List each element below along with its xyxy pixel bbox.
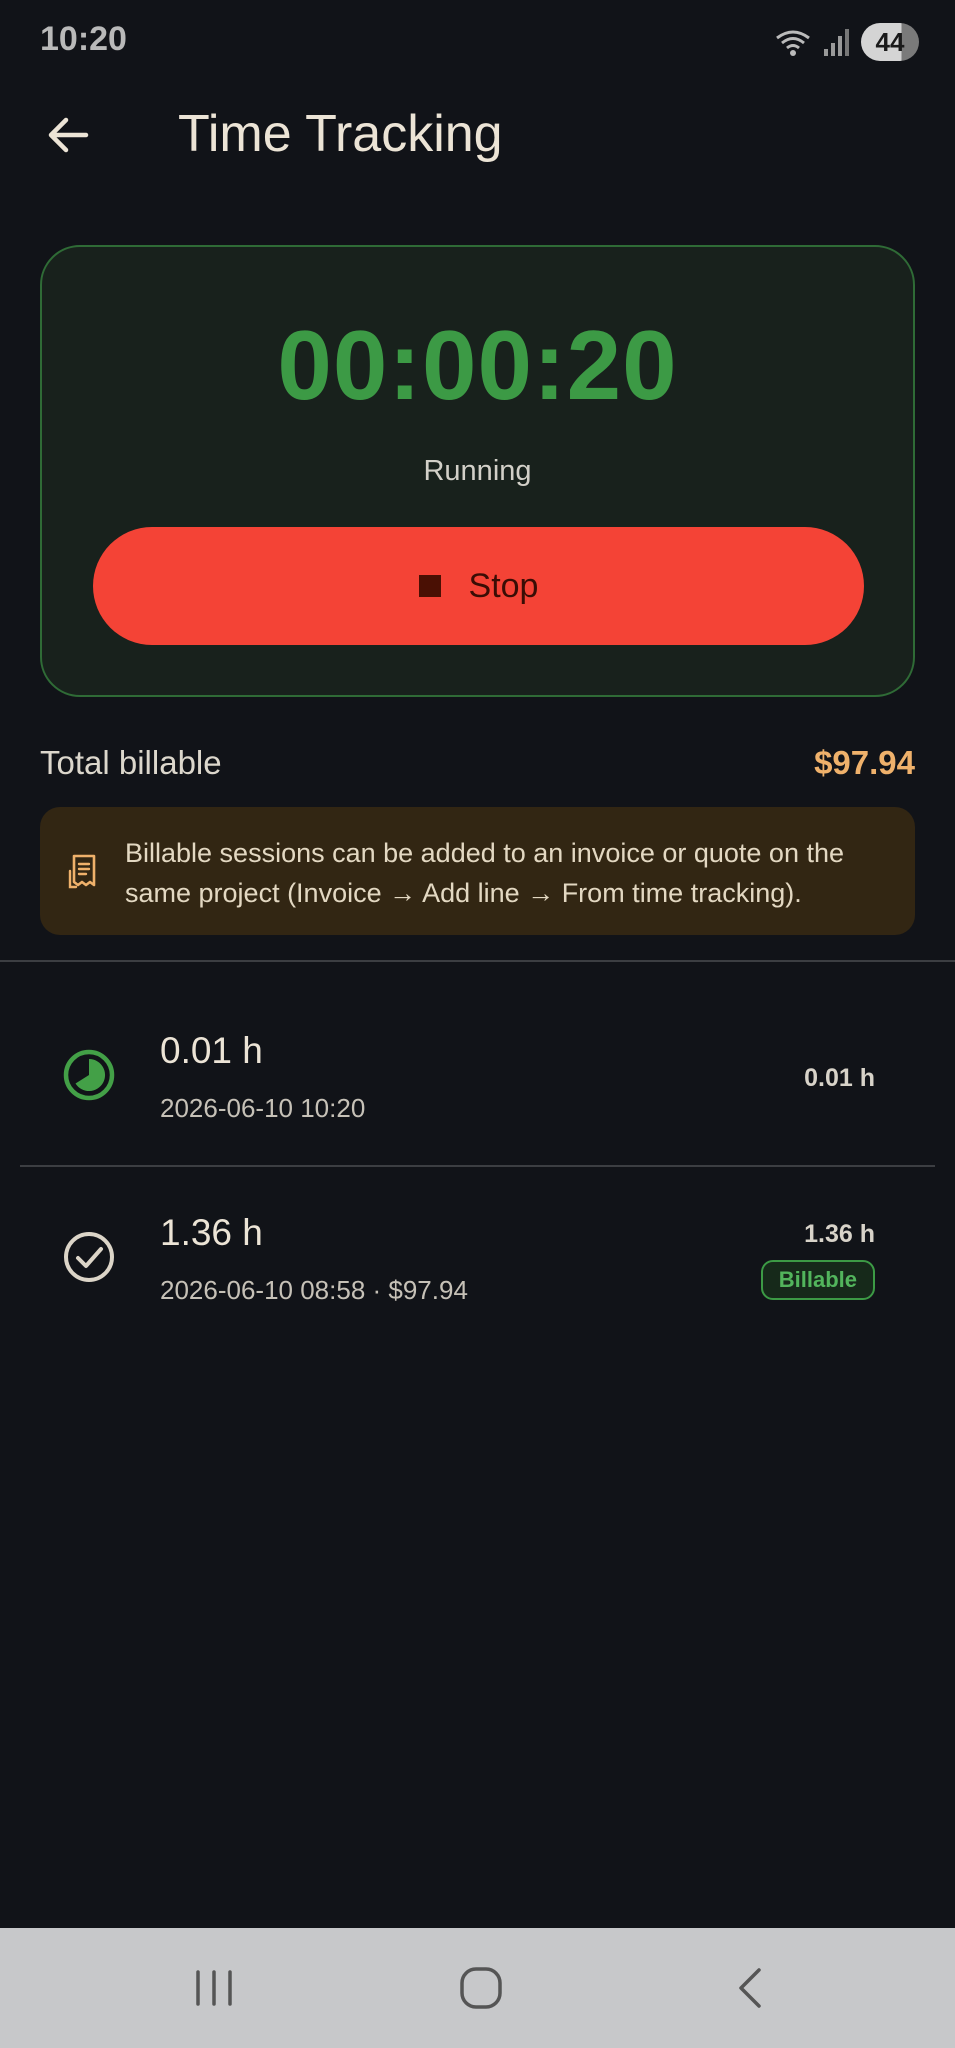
signal-icon: [824, 29, 849, 56]
session-duration: 0.01 h: [160, 1030, 263, 1071]
session-duration: 1.36 h: [160, 1212, 263, 1253]
wifi-icon: [776, 30, 810, 56]
back-nav-button[interactable]: [710, 1956, 790, 2020]
divider: [20, 1165, 935, 1167]
home-icon: [460, 1967, 502, 2009]
timer-card: 00:00:20 Running Stop: [40, 245, 915, 697]
battery-indicator: 44: [861, 23, 919, 61]
screen: 10:20 44 Time Tracking 00:00:20 Running …: [0, 0, 955, 2048]
timer-display: 00:00:20: [277, 310, 678, 420]
status-time: 10:20: [40, 20, 127, 58]
session-hours: 0.01 h: [804, 1064, 875, 1092]
chevron-left-icon: [739, 1968, 761, 2008]
billable-badge: Billable: [760, 1260, 875, 1300]
back-button[interactable]: [38, 110, 98, 160]
status-icons: 44: [773, 22, 919, 62]
recent-apps-icon: [196, 1970, 232, 2006]
session-date: 2026-06-10 10:20: [160, 1093, 366, 1123]
divider: [0, 960, 955, 962]
receipt-icon: [68, 854, 96, 889]
session-hours: 1.36 h: [804, 1220, 875, 1248]
info-text: Billable sessions can be added to an inv…: [125, 838, 844, 908]
home-button[interactable]: [441, 1956, 521, 2020]
stop-icon: [418, 575, 441, 597]
info-banner: Billable sessions can be added to an inv…: [40, 807, 915, 935]
stop-button[interactable]: Stop: [93, 527, 864, 645]
navigation-bar: [0, 1928, 955, 2048]
session-item[interactable]: 0.01 h 2026-06-10 10:20 0.01 h: [20, 986, 935, 1166]
recent-apps-button[interactable]: [174, 1956, 254, 2020]
status-bar: 10:20 44: [0, 0, 955, 84]
check-circle-icon: [64, 1232, 114, 1282]
stop-label: Stop: [468, 566, 539, 605]
app-bar: Time Tracking: [0, 90, 955, 180]
timer-status: Running: [423, 455, 532, 487]
total-billable-amount: $97.94: [814, 744, 915, 781]
page-title: Time Tracking: [178, 105, 503, 163]
session-date: 2026-06-10 08:58 · $97.94: [160, 1275, 468, 1305]
running-timer-icon: [63, 1049, 115, 1101]
total-billable-row: Total billable $97.94: [40, 738, 915, 788]
arrow-left-icon: [48, 117, 89, 153]
total-billable-label: Total billable: [40, 744, 222, 781]
session-item[interactable]: 1.36 h 2026-06-10 08:58 · $97.94 1.36 h …: [20, 1168, 935, 1348]
